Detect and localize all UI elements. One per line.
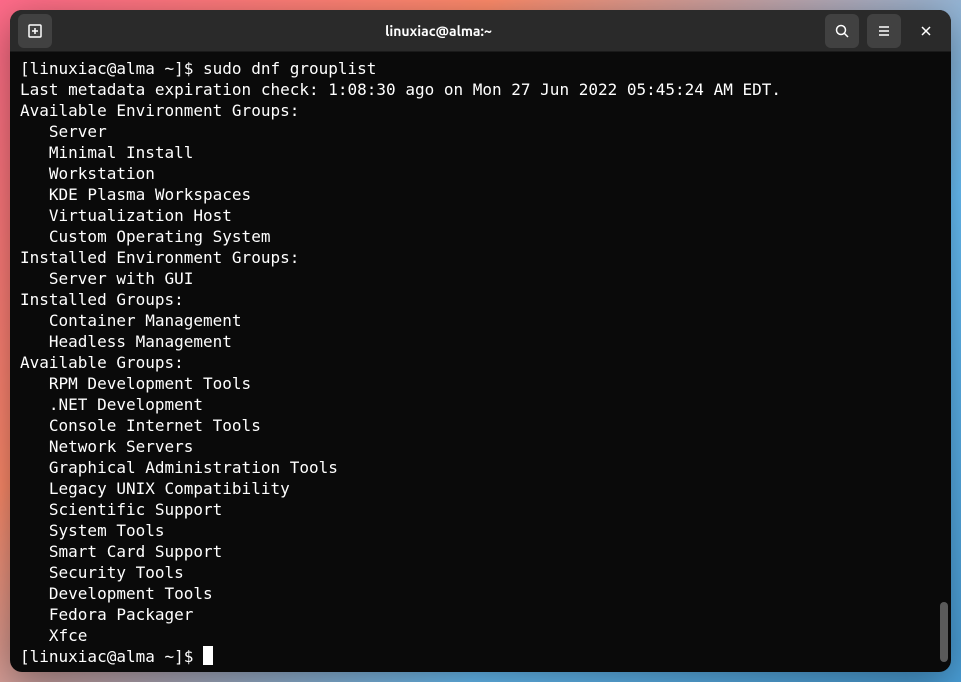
list-item: RPM Development Tools	[20, 373, 941, 394]
list-item: Headless Management	[20, 331, 941, 352]
list-item: Scientific Support	[20, 499, 941, 520]
scrollbar-thumb[interactable]	[940, 602, 948, 662]
list-item: Legacy UNIX Compatibility	[20, 478, 941, 499]
avail-env-list: Server Minimal Install Workstation KDE P…	[20, 121, 941, 247]
list-item: Graphical Administration Tools	[20, 457, 941, 478]
list-item: Minimal Install	[20, 142, 941, 163]
list-item: KDE Plasma Workspaces	[20, 184, 941, 205]
output-metadata: Last metadata expiration check: 1:08:30 …	[20, 79, 941, 100]
menu-button[interactable]	[867, 14, 901, 48]
inst-env-list: Server with GUI	[20, 268, 941, 289]
list-item: Fedora Packager	[20, 604, 941, 625]
inst-groups-list: Container Management Headless Management	[20, 310, 941, 352]
window-title: linuxiac@alma:~	[52, 23, 825, 39]
close-icon	[918, 23, 934, 39]
list-item: Container Management	[20, 310, 941, 331]
list-item: Server with GUI	[20, 268, 941, 289]
prompt: [linuxiac@alma ~]$	[20, 647, 203, 666]
list-item: Console Internet Tools	[20, 415, 941, 436]
heading-inst-env: Installed Environment Groups:	[20, 247, 941, 268]
heading-avail-env: Available Environment Groups:	[20, 100, 941, 121]
list-item: Custom Operating System	[20, 226, 941, 247]
list-item: System Tools	[20, 520, 941, 541]
list-item: Server	[20, 121, 941, 142]
scrollbar[interactable]	[940, 60, 948, 662]
hamburger-icon	[876, 23, 892, 39]
terminal-window: linuxiac@alma:~	[10, 10, 951, 672]
prompt-line-2: [linuxiac@alma ~]$	[20, 646, 941, 667]
heading-avail-groups: Available Groups:	[20, 352, 941, 373]
search-icon	[834, 23, 850, 39]
heading-inst-groups: Installed Groups:	[20, 289, 941, 310]
prompt: [linuxiac@alma ~]$	[20, 59, 203, 78]
list-item: Network Servers	[20, 436, 941, 457]
prompt-line: [linuxiac@alma ~]$ sudo dnf grouplist	[20, 58, 941, 79]
list-item: Development Tools	[20, 583, 941, 604]
title-bar: linuxiac@alma:~	[10, 10, 951, 52]
list-item: .NET Development	[20, 394, 941, 415]
cursor	[203, 646, 213, 665]
list-item: Smart Card Support	[20, 541, 941, 562]
terminal-content[interactable]: [linuxiac@alma ~]$ sudo dnf grouplistLas…	[10, 52, 951, 672]
new-tab-icon	[27, 23, 43, 39]
search-button[interactable]	[825, 14, 859, 48]
avail-groups-list: RPM Development Tools .NET Development C…	[20, 373, 941, 646]
new-tab-button[interactable]	[18, 14, 52, 48]
list-item: Workstation	[20, 163, 941, 184]
list-item: Security Tools	[20, 562, 941, 583]
command-text: sudo dnf grouplist	[203, 59, 376, 78]
list-item: Virtualization Host	[20, 205, 941, 226]
close-button[interactable]	[909, 14, 943, 48]
list-item: Xfce	[20, 625, 941, 646]
